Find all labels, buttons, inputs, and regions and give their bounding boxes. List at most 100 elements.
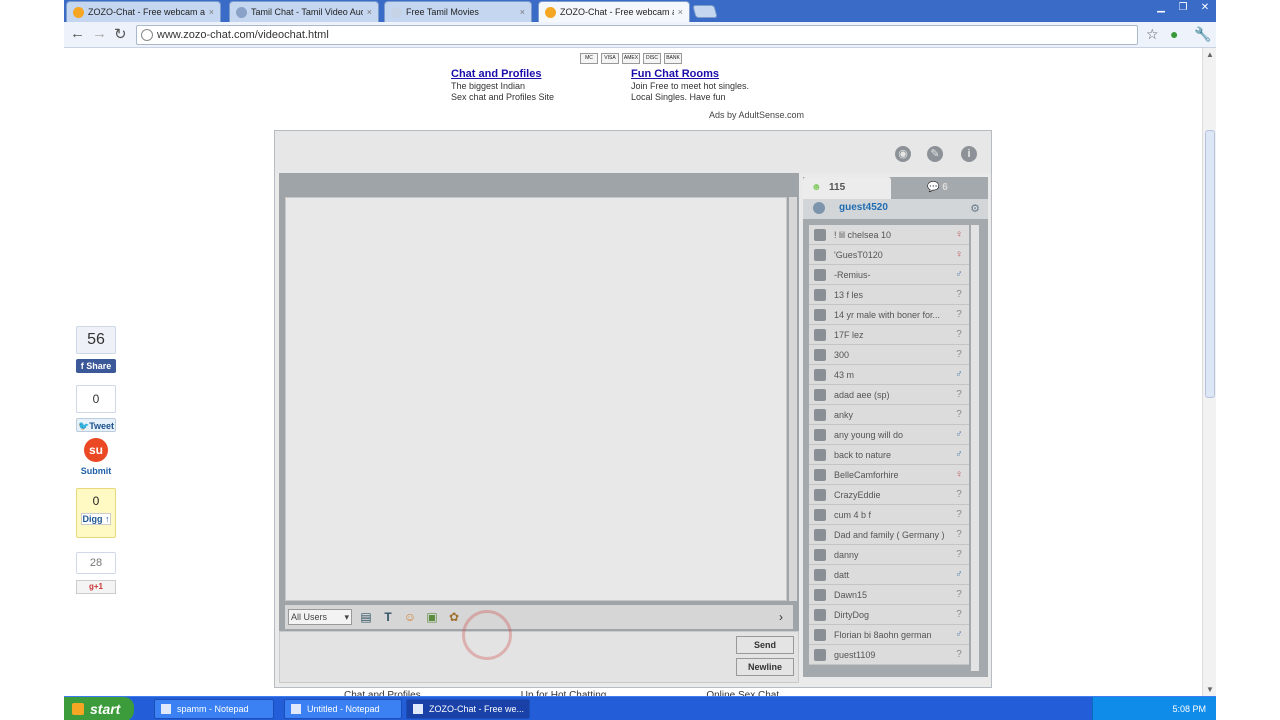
- extension-icon[interactable]: ●: [1170, 26, 1178, 42]
- user-panel-tabs: ☻ 115 💬 6: [803, 177, 988, 199]
- user-name: -Remius-: [834, 269, 871, 280]
- user-list-item[interactable]: -Remius- ♂: [809, 265, 969, 285]
- user-name: Florian bi 8aohn german: [834, 629, 932, 640]
- wrench-icon[interactable]: 🔧: [1194, 26, 1211, 43]
- user-list-item[interactable]: Florian bi 8aohn german ♂: [809, 625, 969, 645]
- gender-icon: ?: [956, 308, 962, 320]
- ad-right-link[interactable]: Fun Chat Rooms: [631, 69, 749, 80]
- back-arrow-icon[interactable]: ←: [70, 25, 85, 42]
- page-scrollbar[interactable]: ▲ ▼: [1202, 48, 1216, 696]
- user-list-item[interactable]: ! lil chelsea 10 ♀: [809, 225, 969, 245]
- gear-icon[interactable]: ⚙: [970, 202, 980, 215]
- user-list-item[interactable]: CrazyEddie?: [809, 485, 969, 505]
- user-list-item[interactable]: 17F lez?: [809, 325, 969, 345]
- facebook-share-count: 56: [76, 326, 116, 354]
- page-scroll-thumb[interactable]: [1205, 130, 1215, 398]
- user-list-item[interactable]: anky?: [809, 405, 969, 425]
- scroll-up-arrow-icon[interactable]: ▲: [1206, 50, 1214, 59]
- browser-tab[interactable]: ZOZO-Chat - Free webcam an ×: [538, 1, 690, 22]
- close-window-icon[interactable]: ✕: [1194, 0, 1216, 16]
- user-list-item[interactable]: danny?: [809, 545, 969, 565]
- tweet-button[interactable]: 🐦Tweet: [76, 418, 116, 432]
- user-list-item[interactable]: 13 f les?: [809, 285, 969, 305]
- google-plus-button[interactable]: g+1: [76, 580, 116, 594]
- user-name: datt: [834, 569, 850, 580]
- user-list-item[interactable]: guest1109?: [809, 645, 969, 665]
- star-icon[interactable]: ☆: [1146, 26, 1159, 43]
- windows-taskbar: start spamm - Notepad Untitled - Notepad Z…: [64, 696, 1216, 720]
- user-list-item[interactable]: cum 4 b f?: [809, 505, 969, 525]
- message-scrollbar[interactable]: [789, 197, 797, 601]
- new-tab-button[interactable]: [692, 5, 718, 18]
- user-list-item[interactable]: Dad and family ( Germany )?: [809, 525, 969, 545]
- user-list-item[interactable]: datt ♂: [809, 565, 969, 585]
- taskbar-window-button[interactable]: Untitled - Notepad: [284, 699, 402, 719]
- user-avatar: [814, 548, 826, 561]
- browser-tab[interactable]: ZOZO-Chat - Free webcam an ×: [66, 1, 221, 22]
- payment-card-icon: MC: [580, 53, 598, 64]
- text-format-icon[interactable]: T: [380, 609, 396, 625]
- ads-by-label[interactable]: Ads by AdultSense.com: [709, 110, 804, 120]
- user-list-item[interactable]: DirtyDog?: [809, 605, 969, 625]
- user-list-item[interactable]: 14 yr male with boner for...?: [809, 305, 969, 325]
- scroll-down-arrow-icon[interactable]: ▼: [1206, 685, 1214, 694]
- taskbar-window-button[interactable]: spamm - Notepad: [154, 699, 274, 719]
- reload-icon[interactable]: ↻: [114, 25, 127, 43]
- newline-button[interactable]: Newline: [736, 658, 794, 676]
- expand-arrow-icon[interactable]: ›: [773, 609, 789, 625]
- gender-icon: ?: [956, 328, 962, 340]
- up-arrow-icon: ↑: [105, 514, 110, 524]
- user-list-item[interactable]: back to nature ♂: [809, 445, 969, 465]
- close-tab-icon[interactable]: ×: [520, 7, 525, 17]
- user-list-item[interactable]: any young will do ♂: [809, 425, 969, 445]
- tab-rooms[interactable]: 💬 6: [927, 177, 948, 199]
- tab-users[interactable]: ☻ 115: [803, 177, 891, 199]
- digg-widget: 0 Digg ↑: [76, 488, 116, 538]
- user-name: 13 f les: [834, 289, 864, 300]
- webcam-icon[interactable]: ◉: [895, 146, 911, 162]
- stumbleupon-label: Submit: [80, 466, 112, 476]
- close-tab-icon[interactable]: ×: [209, 7, 214, 17]
- address-bar[interactable]: www.zozo-chat.com/videochat.html: [136, 25, 1138, 45]
- user-name: DirtyDog: [834, 609, 870, 620]
- close-tab-icon[interactable]: ×: [678, 7, 683, 17]
- user-list: ! lil chelsea 10 ♀ 'GuesT0120 ♀ -Remius- ♂ 13 …: [809, 225, 969, 671]
- start-button[interactable]: start: [64, 697, 134, 720]
- ad-left-link[interactable]: Chat and Profiles: [451, 69, 554, 80]
- send-button[interactable]: Send: [736, 636, 794, 654]
- browser-tab[interactable]: Tamil Chat - Tamil Video Audio ×: [229, 1, 379, 22]
- minimize-icon[interactable]: ▁: [1150, 0, 1172, 16]
- gender-icon: ?: [956, 528, 962, 540]
- current-user-avatar[interactable]: [813, 202, 825, 214]
- user-list-item[interactable]: 43 m ♂: [809, 365, 969, 385]
- current-user-name[interactable]: guest4520: [839, 202, 888, 213]
- forward-arrow-icon[interactable]: →: [92, 25, 107, 42]
- settings-wrench-icon[interactable]: ✎: [927, 146, 943, 162]
- stumbleupon-button[interactable]: su Submit: [76, 438, 116, 476]
- system-tray: 5:08 PM: [1092, 697, 1216, 720]
- emoticon-icon[interactable]: ☺: [402, 609, 418, 625]
- payment-cards: MC VISA AMEX DISC BANK: [580, 53, 682, 64]
- user-list-item[interactable]: 300?: [809, 345, 969, 365]
- message-area[interactable]: [285, 197, 787, 601]
- image-icon[interactable]: ▣: [424, 609, 440, 625]
- user-list-item[interactable]: BelleCamforhire ♀: [809, 465, 969, 485]
- user-list-scrollbar[interactable]: [971, 225, 979, 671]
- restore-icon[interactable]: ❐: [1172, 0, 1194, 16]
- facebook-share-button[interactable]: f Share: [76, 359, 116, 373]
- digg-button[interactable]: Digg ↑: [81, 513, 111, 525]
- clock: 5:08 PM: [1172, 704, 1206, 714]
- recipient-select[interactable]: All Users: [288, 609, 352, 625]
- close-tab-icon[interactable]: ×: [367, 7, 372, 17]
- payment-card-icon: DISC: [643, 53, 661, 64]
- user-avatar: [814, 588, 826, 601]
- taskbar-window-button[interactable]: ZOZO-Chat - Free we...: [406, 699, 530, 719]
- info-icon[interactable]: i: [961, 146, 977, 162]
- user-list-item[interactable]: 'GuesT0120 ♀: [809, 245, 969, 265]
- gift-icon[interactable]: ✿: [446, 609, 462, 625]
- user-list-item[interactable]: adad aee (sp)?: [809, 385, 969, 405]
- browser-tab[interactable]: Free Tamil Movies ×: [384, 1, 532, 22]
- user-list-item[interactable]: Dawn15?: [809, 585, 969, 605]
- favicon-icon: [236, 6, 247, 18]
- font-size-icon[interactable]: ▤: [358, 609, 374, 625]
